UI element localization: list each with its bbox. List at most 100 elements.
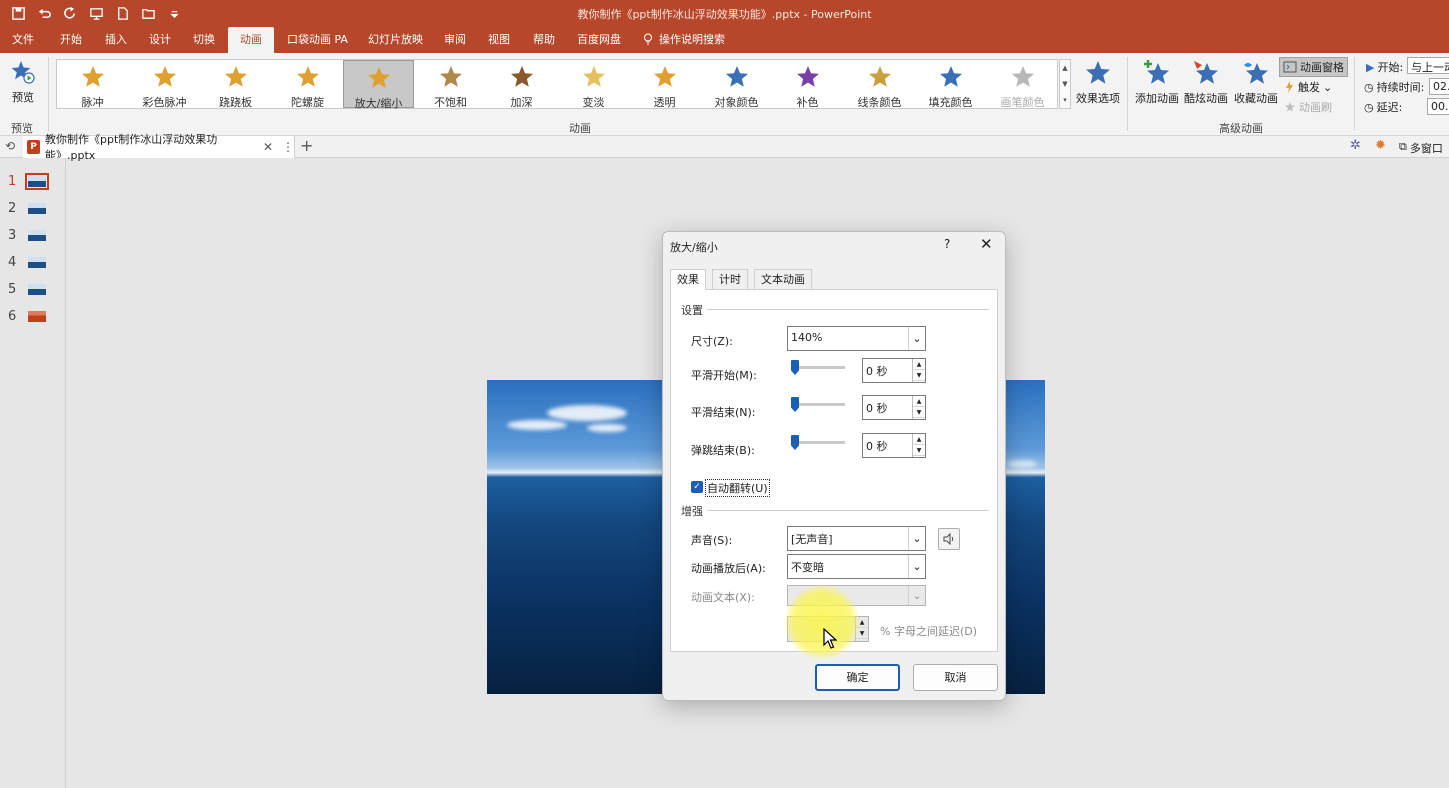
theme-gear-icon[interactable]: ✹ bbox=[1375, 138, 1386, 153]
timing-start-select[interactable]: 与上一动 bbox=[1407, 57, 1449, 74]
slide-thumbnail-image bbox=[28, 311, 46, 322]
slide-thumbnail[interactable]: 5 bbox=[0, 279, 60, 299]
smooth-start-spinner[interactable]: 0 秒 ▲ ▼ bbox=[862, 358, 926, 383]
animation-painter-button[interactable]: 动画刷 bbox=[1284, 99, 1332, 115]
slider-thumb[interactable] bbox=[791, 360, 799, 375]
chevron-down-icon[interactable]: ⌄ bbox=[908, 527, 925, 550]
tab-help[interactable]: 帮助 bbox=[526, 27, 562, 53]
size-combo[interactable]: 140% ⌄ bbox=[787, 326, 926, 351]
spin-up-icon[interactable]: ▲ bbox=[913, 434, 925, 445]
animation-star-icon bbox=[725, 66, 748, 87]
tab-effect[interactable]: 效果 bbox=[670, 269, 706, 290]
smooth-start-slider[interactable] bbox=[791, 360, 845, 375]
slide-number: 2 bbox=[8, 201, 17, 216]
more-options-icon[interactable]: ⋮ bbox=[282, 140, 294, 154]
slide-thumbnail[interactable]: 2 bbox=[0, 198, 60, 218]
tab-view[interactable]: 视图 bbox=[481, 27, 517, 53]
tab-animations[interactable]: 动画 bbox=[228, 27, 274, 53]
cool-animation-button[interactable]: 酷炫动画 bbox=[1183, 59, 1229, 106]
gallery-scroll-up-icon[interactable]: ▲ bbox=[1060, 60, 1070, 76]
preview-label: 预览 bbox=[12, 91, 34, 104]
animation-pane-button[interactable]: 动画窗格 bbox=[1279, 57, 1348, 77]
timing-delay-label: ◷ 延迟: bbox=[1364, 99, 1402, 115]
bounce-end-spinner[interactable]: 0 秒 ▲ ▼ bbox=[862, 433, 926, 458]
animation-effect-item[interactable]: 透明 bbox=[629, 60, 700, 109]
slide-thumbnail[interactable]: 3 bbox=[0, 225, 60, 245]
sound-volume-button[interactable] bbox=[938, 528, 960, 550]
document-tab[interactable]: P 教你制作《ppt制作冰山浮动效果功能》.pptx ✕ ⋮ bbox=[23, 133, 295, 162]
gallery-scroll-down-icon[interactable]: ▼ bbox=[1060, 76, 1070, 92]
tab-text-animation[interactable]: 文本动画 bbox=[754, 269, 812, 289]
auto-reverse-label[interactable]: 自动翻转(U) bbox=[705, 479, 770, 497]
tab-timing[interactable]: 计时 bbox=[712, 269, 748, 289]
animation-effect-item[interactable]: 不饱和 bbox=[415, 60, 486, 109]
tab-slideshow[interactable]: 幻灯片放映 bbox=[361, 27, 430, 53]
settings-gear-icon[interactable]: ✲ bbox=[1350, 138, 1361, 153]
spin-down-icon[interactable]: ▼ bbox=[913, 407, 925, 418]
spin-up-icon[interactable]: ▲ bbox=[913, 359, 925, 370]
chevron-down-icon[interactable]: ⌄ bbox=[908, 327, 925, 350]
collect-animation-button[interactable]: 收藏动画 bbox=[1232, 59, 1280, 106]
slider-thumb[interactable] bbox=[791, 435, 799, 450]
smooth-end-slider[interactable] bbox=[791, 397, 845, 412]
animation-effect-item[interactable]: 线条颜色 bbox=[844, 60, 915, 109]
bounce-end-slider[interactable] bbox=[791, 435, 845, 450]
tab-design[interactable]: 设计 bbox=[142, 27, 178, 53]
animation-effect-item[interactable]: 变淡 bbox=[558, 60, 629, 109]
animation-effect-item[interactable]: 对象颜色 bbox=[701, 60, 772, 109]
tab-history-icon[interactable]: ⟲ bbox=[5, 139, 15, 153]
tab-review[interactable]: 审阅 bbox=[437, 27, 473, 53]
spin-up-icon[interactable]: ▲ bbox=[913, 396, 925, 407]
tab-transitions[interactable]: 切换 bbox=[186, 27, 222, 53]
slide-thumbnail[interactable]: 6 bbox=[0, 306, 60, 326]
trigger-button[interactable]: 触发 ⌄ bbox=[1284, 79, 1332, 95]
add-animation-star-icon bbox=[1144, 60, 1169, 84]
gallery-more-icon[interactable]: ▾ bbox=[1060, 92, 1070, 108]
after-animation-combo[interactable]: 不变暗 ⌄ bbox=[787, 554, 926, 579]
animation-star-icon bbox=[296, 66, 319, 87]
preview-button[interactable]: 预览 bbox=[4, 59, 42, 105]
animation-effect-item[interactable]: 画笔颜色 bbox=[987, 60, 1058, 109]
animation-effect-item[interactable]: 加深 bbox=[486, 60, 557, 109]
animation-effect-item[interactable]: 陀螺旋 bbox=[272, 60, 343, 109]
animation-effect-item[interactable]: 放大/缩小 bbox=[343, 60, 414, 110]
ok-button[interactable]: 确定 bbox=[815, 664, 900, 691]
tab-file[interactable]: 文件 bbox=[5, 27, 41, 53]
tab-home[interactable]: 开始 bbox=[53, 27, 89, 53]
tab-pocket-animation[interactable]: 口袋动画 PA bbox=[280, 27, 355, 53]
timing-duration-input[interactable]: 02.0 bbox=[1429, 78, 1449, 95]
gallery-scroll[interactable]: ▲ ▼ ▾ bbox=[1059, 59, 1071, 109]
animation-effect-item[interactable]: 彩色脉冲 bbox=[129, 60, 200, 109]
animation-effect-label: 画笔颜色 bbox=[1000, 96, 1045, 109]
animation-effect-item[interactable]: 跷跷板 bbox=[200, 60, 271, 109]
smooth-end-spinner[interactable]: 0 秒 ▲ ▼ bbox=[862, 395, 926, 420]
tab-baidu-pan[interactable]: 百度网盘 bbox=[570, 27, 628, 53]
animation-effect-label: 补色 bbox=[796, 96, 819, 109]
auto-reverse-checkbox[interactable]: ✓ bbox=[691, 481, 703, 493]
slide-thumbnail[interactable]: 1 bbox=[0, 171, 60, 191]
ribbon-separator bbox=[1127, 57, 1128, 131]
tell-me-search[interactable]: 操作说明搜索 bbox=[636, 27, 732, 53]
cancel-button[interactable]: 取消 bbox=[913, 664, 998, 691]
animation-effect-item[interactable]: 补色 bbox=[772, 60, 843, 109]
slider-thumb[interactable] bbox=[791, 397, 799, 412]
slide-thumbnail-image bbox=[28, 230, 46, 241]
chevron-down-icon[interactable]: ⌄ bbox=[908, 586, 925, 605]
document-tab-label: 教你制作《ppt制作冰山浮动效果功能》.pptx bbox=[45, 133, 218, 162]
spin-down-icon[interactable]: ▼ bbox=[913, 370, 925, 381]
multi-window-button[interactable]: ⧉ 多窗口 bbox=[1399, 140, 1443, 156]
close-icon[interactable]: ✕ bbox=[980, 235, 993, 253]
tab-insert[interactable]: 插入 bbox=[98, 27, 134, 53]
chevron-down-icon[interactable]: ⌄ bbox=[908, 555, 925, 578]
animation-effect-item[interactable]: 填充颜色 bbox=[915, 60, 986, 109]
timing-delay-input[interactable]: 00.0 bbox=[1427, 98, 1449, 115]
help-icon[interactable]: ? bbox=[944, 237, 950, 251]
slide-thumbnail[interactable]: 4 bbox=[0, 252, 60, 272]
add-animation-button[interactable]: 添加动画 bbox=[1133, 59, 1181, 106]
animation-effect-item[interactable]: 脉冲 bbox=[57, 60, 128, 109]
sound-combo[interactable]: [无声音] ⌄ bbox=[787, 526, 926, 551]
effect-options-button[interactable]: 效果选项 bbox=[1073, 59, 1123, 106]
new-tab-icon[interactable]: + bbox=[300, 136, 313, 155]
spin-down-icon[interactable]: ▼ bbox=[913, 445, 925, 456]
close-tab-icon[interactable]: ✕ bbox=[263, 140, 273, 154]
